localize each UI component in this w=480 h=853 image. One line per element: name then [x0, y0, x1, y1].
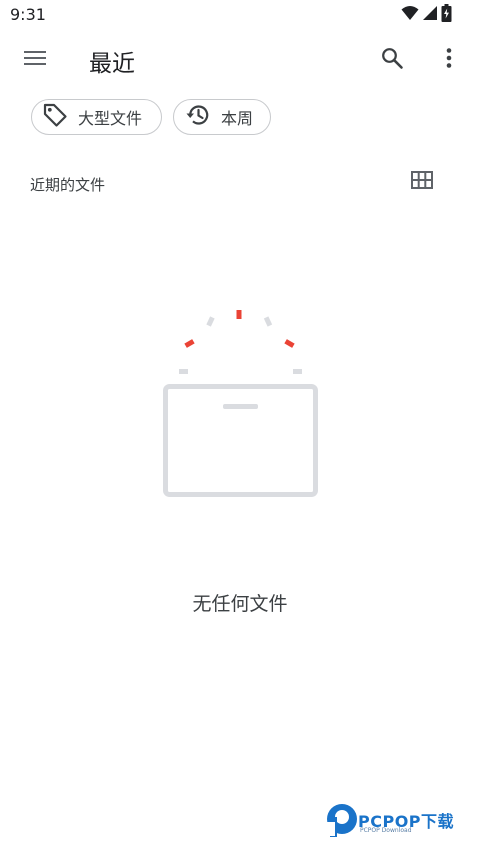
grid-view-icon — [411, 171, 433, 193]
search-icon — [380, 46, 404, 74]
status-icons — [401, 4, 452, 26]
empty-state-illustration — [160, 306, 320, 500]
status-bar: 9:31 — [0, 0, 480, 32]
page-title: 最近 — [89, 51, 135, 77]
grid-view-button[interactable] — [400, 160, 444, 204]
wifi-icon — [401, 5, 419, 25]
empty-state-message: 无任何文件 — [192, 593, 288, 615]
app-bar: 最近 — [0, 32, 480, 88]
status-time: 9:31 — [10, 5, 46, 24]
menu-button[interactable] — [13, 38, 57, 82]
chip-this-week[interactable]: 本周 — [173, 99, 271, 135]
cell-signal-icon — [422, 5, 438, 25]
section-title: 近期的文件 — [30, 176, 106, 194]
history-icon — [185, 102, 211, 132]
chip-label: 本周 — [221, 109, 254, 128]
battery-charging-icon — [441, 4, 452, 26]
search-button[interactable] — [370, 38, 414, 82]
chip-large-files[interactable]: 大型文件 — [31, 99, 162, 135]
menu-icon — [23, 46, 47, 74]
watermark-subtitle: PCPOP Download — [360, 827, 412, 834]
more-options-button[interactable] — [427, 38, 471, 82]
screen: 9:31 最近 大型文件 本周 近期的文件 无任何文件 PCPOP下载 PCPO… — [0, 0, 480, 853]
more-vert-icon — [437, 46, 461, 74]
watermark-logo-icon — [324, 802, 358, 842]
watermark: PCPOP下载 PCPOP Download — [324, 800, 474, 840]
chip-label: 大型文件 — [78, 109, 143, 128]
label-tag-icon — [42, 102, 68, 132]
